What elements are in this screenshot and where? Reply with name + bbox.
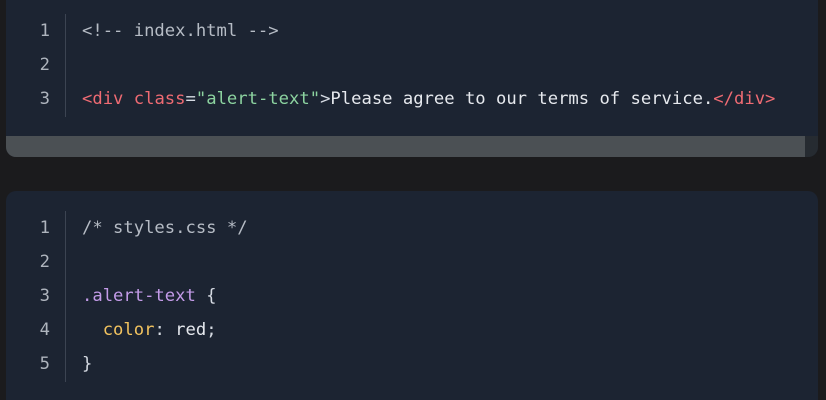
code-token: /* styles.css */ bbox=[82, 218, 248, 238]
html-code-block: 1 <!-- index.html --> 2 3 <div class="alert-… bbox=[6, 0, 818, 157]
code-token: ; bbox=[206, 320, 217, 340]
horizontal-scrollbar[interactable] bbox=[6, 136, 818, 157]
code-token: .alert-text bbox=[82, 286, 196, 306]
code-token: <!-- index.html --> bbox=[82, 21, 279, 41]
code-token: </ bbox=[713, 89, 734, 109]
code-token: div bbox=[734, 89, 766, 109]
line-number: 3 bbox=[39, 89, 50, 109]
code-token: { bbox=[195, 286, 217, 306]
code-token: Please agree to our terms of service. bbox=[330, 89, 714, 109]
code-token: color bbox=[102, 320, 155, 340]
css-code-lines: 1/* styles.css */2 3 .alert-text {4 color:… bbox=[6, 211, 818, 381]
code-line: 4 color: red; bbox=[6, 313, 818, 347]
code-line: 1 /* styles.css */ bbox=[6, 211, 818, 245]
line-number: 1 bbox=[39, 218, 50, 238]
code-line: 5} bbox=[6, 347, 818, 381]
code-text: /* styles.css */ bbox=[82, 211, 248, 245]
code-line: 2 bbox=[6, 245, 818, 279]
code-token: class bbox=[133, 89, 186, 109]
line-number: 4 bbox=[39, 320, 50, 340]
code-token: div bbox=[92, 89, 124, 109]
code-token: "alert-text" bbox=[195, 89, 321, 109]
code-token: } bbox=[82, 354, 93, 374]
scrollbar-thumb[interactable] bbox=[6, 136, 805, 157]
code-text: <!-- index.html --> bbox=[82, 14, 279, 48]
line-number: 2 bbox=[39, 252, 50, 272]
code-text: color: red; bbox=[82, 313, 217, 347]
code-text: <div class="alert-text">Please agree to … bbox=[82, 82, 775, 116]
line-number: 1 bbox=[39, 21, 50, 41]
code-line: 2 bbox=[6, 48, 818, 82]
code-line: 3 .alert-text { bbox=[6, 279, 818, 313]
code-token: : bbox=[154, 320, 176, 340]
line-number: 2 bbox=[39, 55, 50, 75]
html-code-lines: 1 <!-- index.html --> 2 3 <div class="alert-… bbox=[6, 14, 818, 116]
code-token: > bbox=[320, 89, 331, 109]
code-text: .alert-text { bbox=[82, 279, 217, 313]
code-token: red bbox=[175, 320, 207, 340]
line-number: 3 bbox=[39, 286, 50, 306]
code-token: = bbox=[185, 89, 196, 109]
code-line: 1 <!-- index.html --> bbox=[6, 14, 818, 48]
css-code-block: 1/* styles.css */2 3 .alert-text {4 color:… bbox=[6, 191, 818, 400]
code-token: < bbox=[82, 89, 93, 109]
line-number: 5 bbox=[39, 354, 50, 374]
code-text: } bbox=[82, 347, 92, 381]
code-token: > bbox=[765, 89, 776, 109]
code-line: 3 <div class="alert-text">Please agree to… bbox=[6, 82, 818, 116]
